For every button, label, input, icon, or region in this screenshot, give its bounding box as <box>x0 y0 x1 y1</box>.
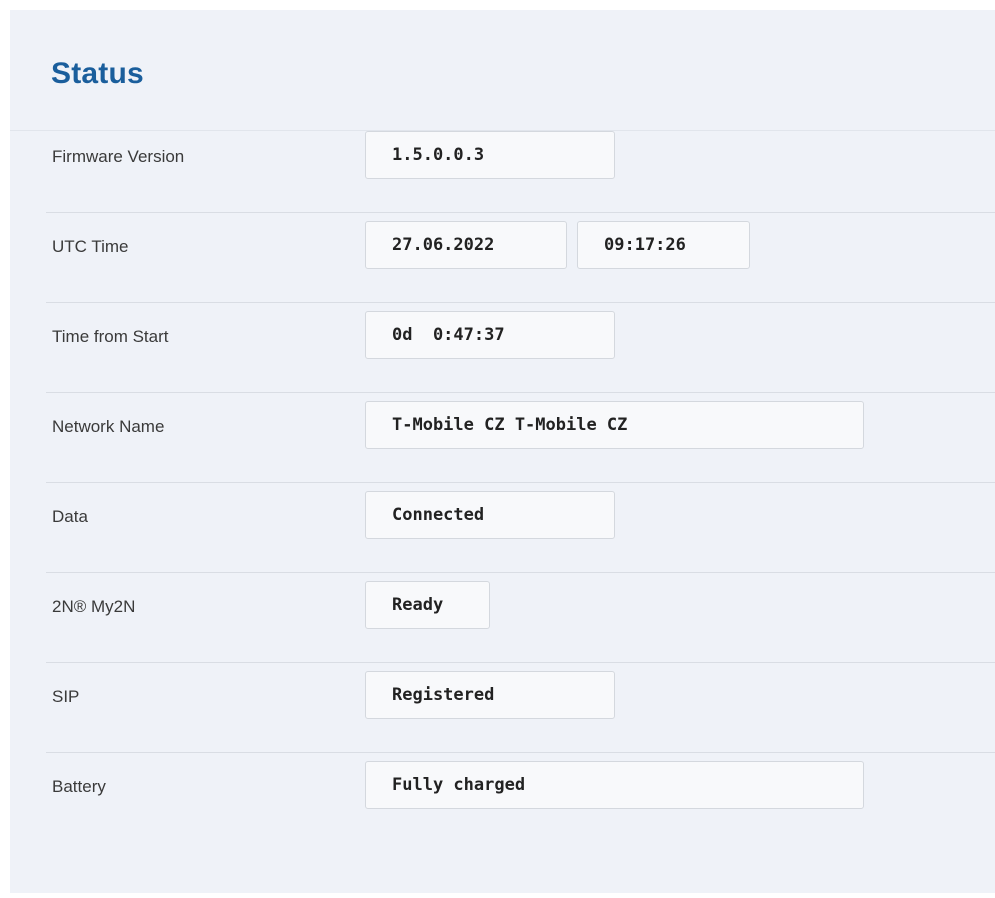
firmware-version-label: Firmware Version <box>52 147 185 166</box>
row-utc-time: UTC Time 27.06.2022 09:17:26 <box>10 213 995 303</box>
panel-header: Status <box>10 10 995 131</box>
row-firmware-version: Firmware Version 1.5.0.0.3 <box>10 123 995 213</box>
row-sip: SIP Registered <box>10 663 995 753</box>
status-list: Firmware Version 1.5.0.0.3 UTC Time 27.0… <box>10 131 995 898</box>
row-time-from-start: Time from Start 0d 0:47:37 <box>10 303 995 393</box>
row-data: Data Connected <box>10 483 995 573</box>
utc-time-label: UTC Time <box>52 237 129 256</box>
row-my2n: 2N® My2N Ready <box>10 573 995 663</box>
time-from-start-label: Time from Start <box>52 327 169 346</box>
my2n-status-value: Ready <box>365 581 490 629</box>
data-status-value: Connected <box>365 491 615 539</box>
sip-status-value: Registered <box>365 671 615 719</box>
utc-date-value: 27.06.2022 <box>365 221 567 269</box>
time-from-start-value: 0d 0:47:37 <box>365 311 615 359</box>
page-title: Status <box>51 57 144 90</box>
row-network-name: Network Name T-Mobile CZ T-Mobile CZ <box>10 393 995 483</box>
data-label: Data <box>52 507 88 526</box>
firmware-version-value: 1.5.0.0.3 <box>365 131 615 179</box>
battery-status-value: Fully charged <box>365 761 864 809</box>
my2n-label: 2N® My2N <box>52 597 136 616</box>
network-name-value: T-Mobile CZ T-Mobile CZ <box>365 401 864 449</box>
sip-label: SIP <box>52 687 80 706</box>
row-battery: Battery Fully charged <box>10 753 995 843</box>
battery-label: Battery <box>52 777 106 796</box>
utc-time-value: 09:17:26 <box>577 221 750 269</box>
status-panel: Status Firmware Version 1.5.0.0.3 UTC Ti… <box>10 10 995 893</box>
network-name-label: Network Name <box>52 417 165 436</box>
